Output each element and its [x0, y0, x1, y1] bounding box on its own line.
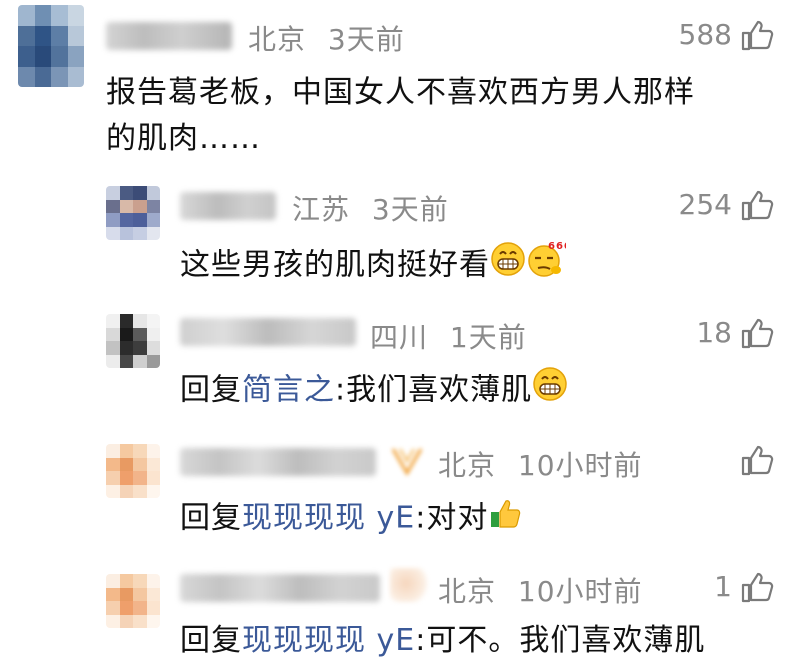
badge-icon	[390, 568, 430, 602]
comment-meta: 北京 10小时前	[438, 570, 643, 610]
comment-text: 回复现现现现 yE:可不。我们喜欢薄肌	[180, 618, 705, 664]
timestamp: 10小时前	[517, 575, 643, 608]
comment-5: 北京 10小时前 1 回复现现现现 yE:可不。我们喜欢薄肌	[0, 0, 796, 667]
thumbs-up-outline-icon	[740, 571, 774, 603]
avatar[interactable]	[106, 574, 160, 628]
comment-text-content: :可不。我们喜欢薄肌	[415, 623, 706, 658]
location: 北京	[438, 575, 497, 608]
like-button[interactable]: 1	[714, 570, 774, 603]
reply-to-user-link[interactable]: 现现现现 yE	[242, 623, 415, 658]
reply-prefix: 回复	[180, 623, 242, 658]
like-count: 1	[714, 570, 732, 603]
username-blurred[interactable]	[180, 574, 380, 602]
